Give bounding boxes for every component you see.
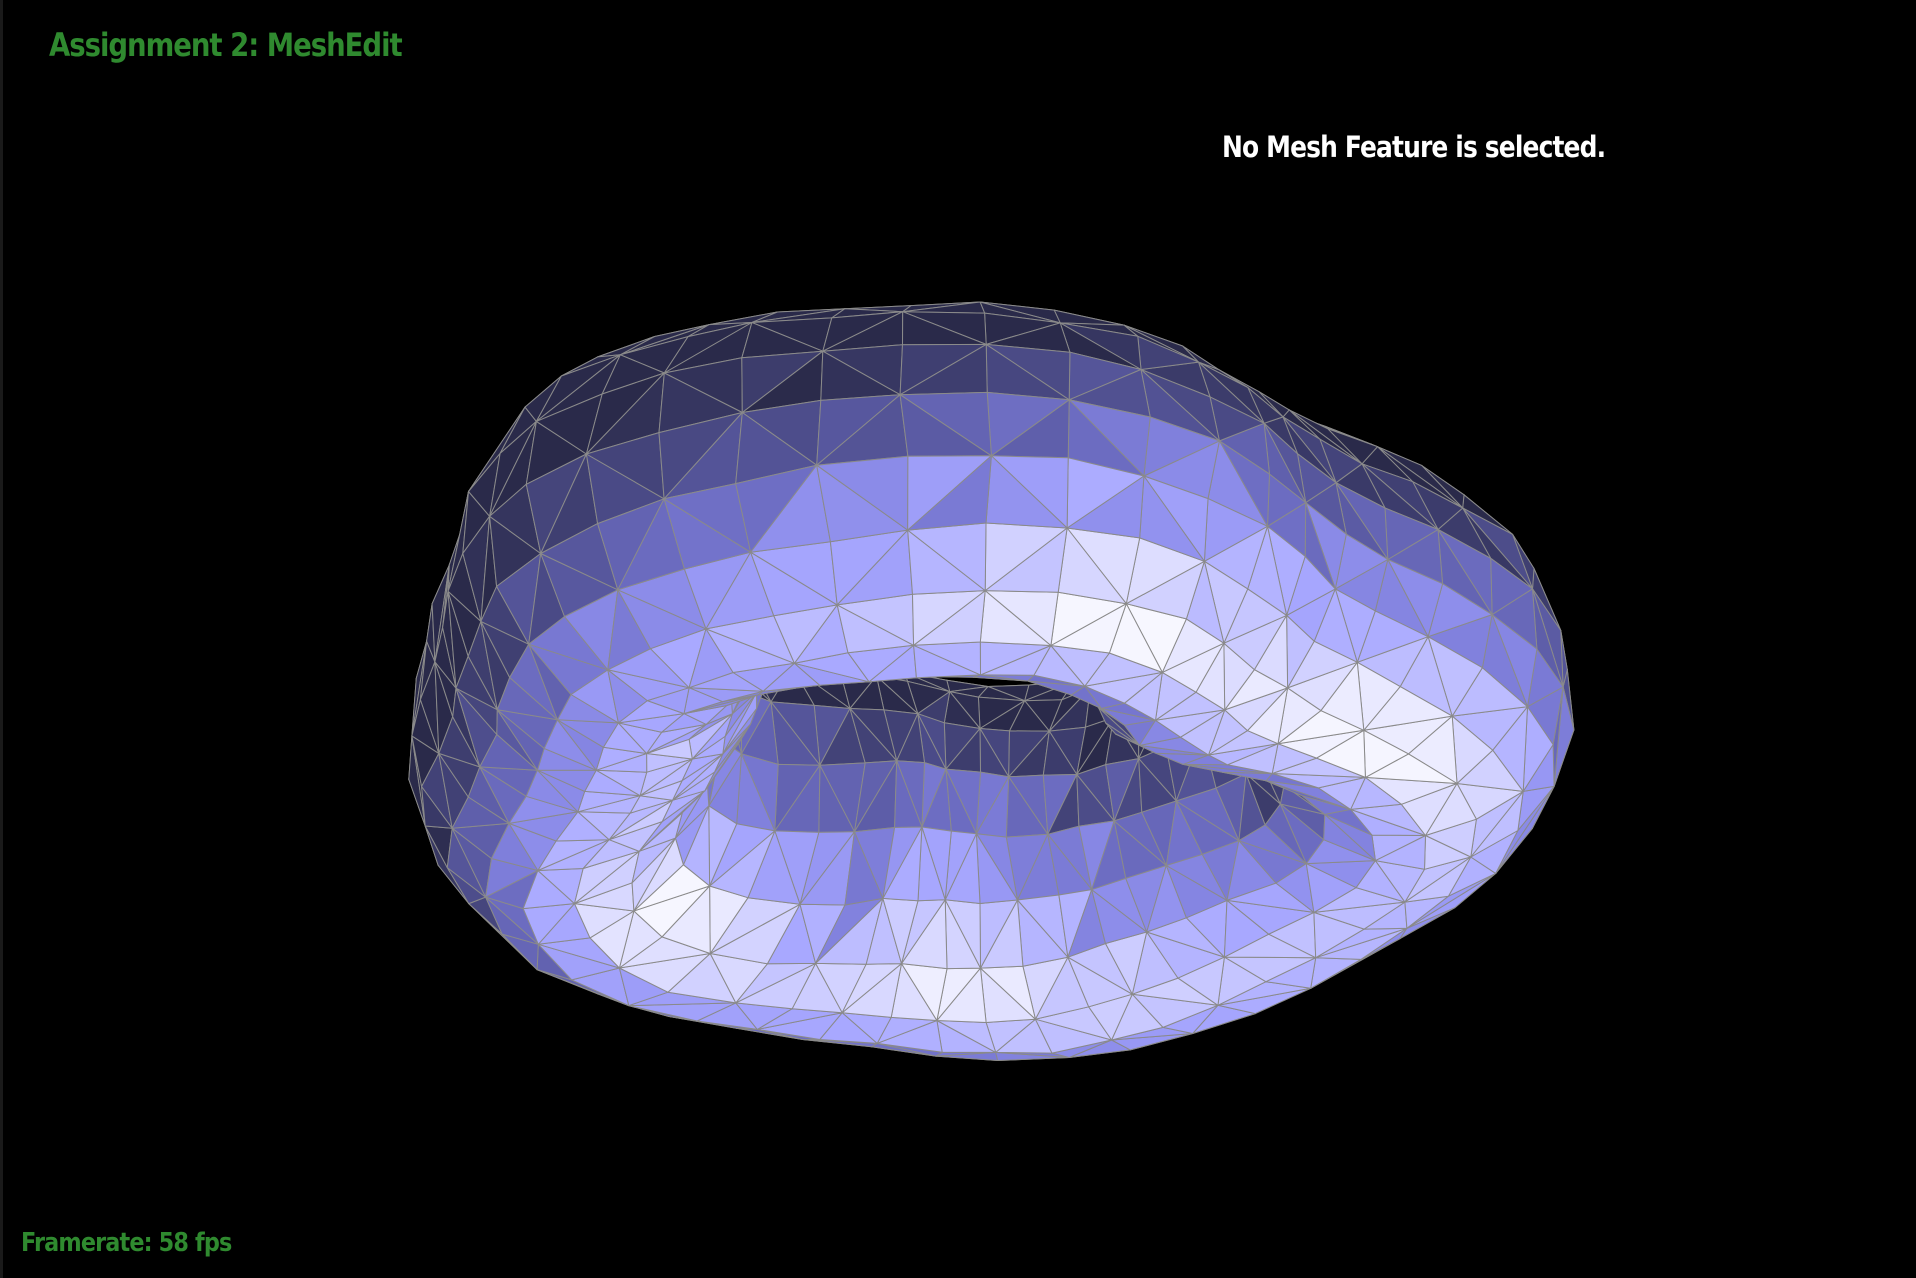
- selection-status: No Mesh Feature is selected.: [1222, 130, 1606, 164]
- app-title: Assignment 2: MeshEdit: [49, 26, 403, 64]
- opengl-viewport[interactable]: Assignment 2: MeshEdit No Mesh Feature i…: [0, 0, 1916, 1278]
- torus-mesh[interactable]: [408, 301, 1575, 1061]
- mesh-face[interactable]: [1310, 957, 1362, 989]
- framerate-readout: Framerate: 58 fps: [21, 1228, 232, 1258]
- mesh-render[interactable]: [0, 0, 1916, 1278]
